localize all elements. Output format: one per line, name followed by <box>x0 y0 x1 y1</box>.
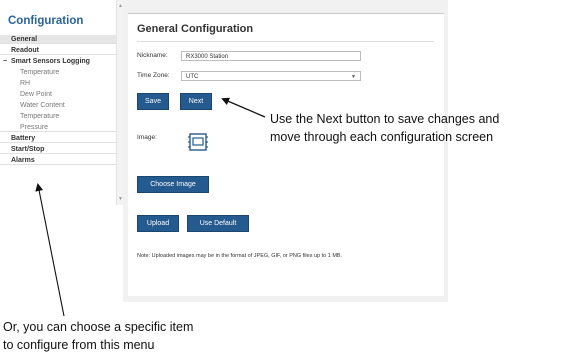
next-callout-line: move through each configuration screen <box>270 130 494 144</box>
menu-callout-line: Or, you can choose a specific item <box>3 320 194 334</box>
menu-callout-text: Or, you can choose a specific item to co… <box>3 318 193 354</box>
next-callout-text: Use the Next button to save changes and … <box>270 110 499 146</box>
callout-arrows <box>35 97 266 317</box>
menu-callout-arrow <box>35 183 65 317</box>
next-callout-arrow <box>221 97 266 118</box>
next-callout-line: Use the Next button to save changes and <box>270 112 500 126</box>
menu-callout-line: to configure from this menu <box>3 338 155 352</box>
